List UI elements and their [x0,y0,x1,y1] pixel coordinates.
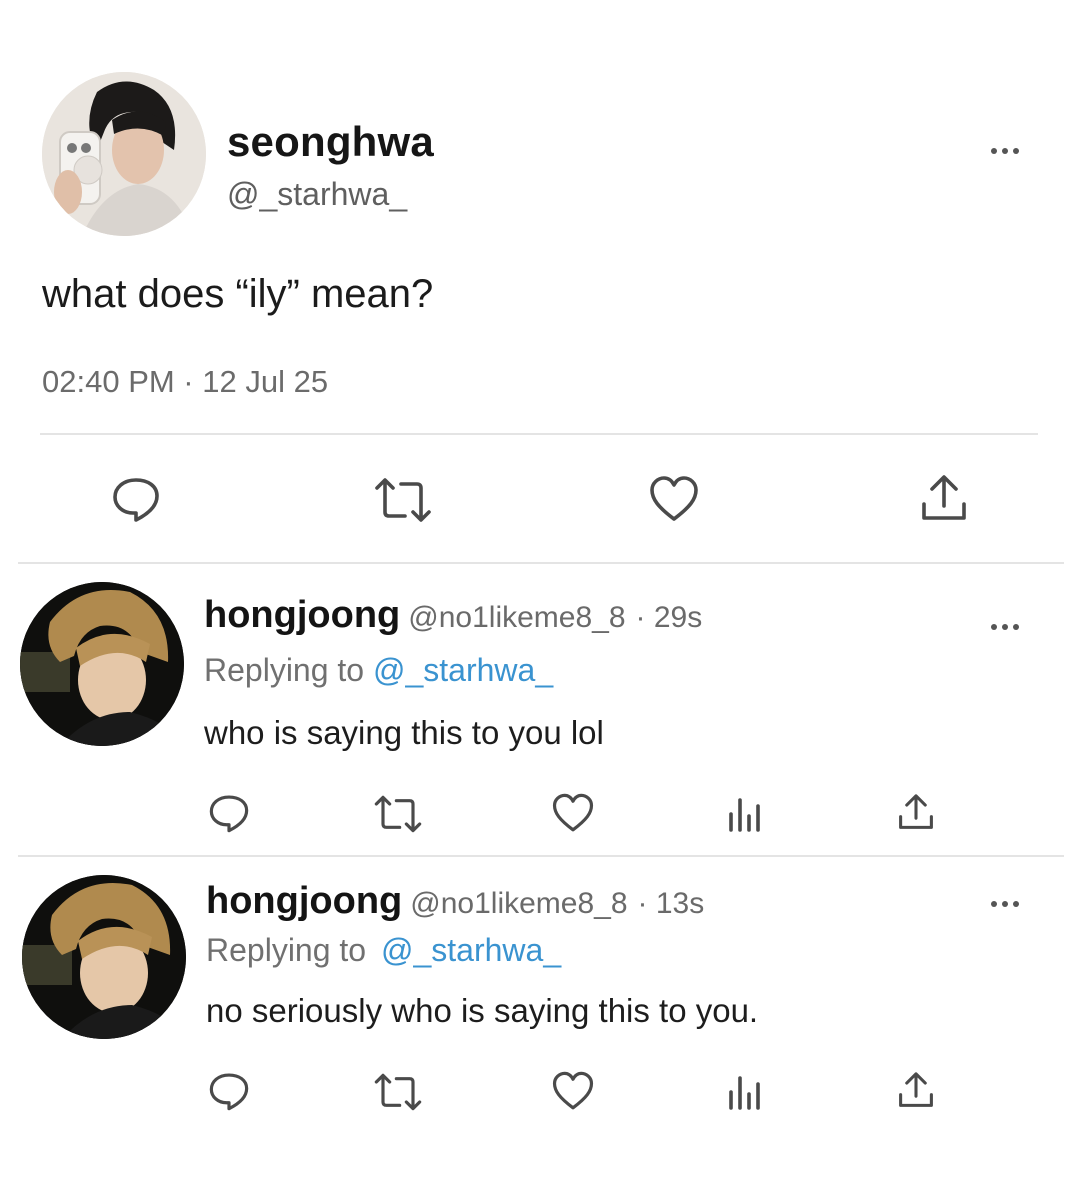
like-icon[interactable] [648,474,700,524]
display-name[interactable]: hongjoong [204,594,400,637]
replying-to: Replying to @_starhwa_ [204,652,553,689]
display-name[interactable]: seonghwa [227,118,434,166]
tweet-timestamp: 02:40 PM · 12 Jul 25 [42,364,329,399]
avatar[interactable] [22,875,186,1039]
reply-icon[interactable] [207,792,251,834]
retweet-icon[interactable] [371,1072,425,1112]
replying-prefix: Replying to [204,652,365,688]
reply-icon[interactable] [207,1070,251,1112]
tweet-time: · 29s [635,601,703,634]
display-name[interactable]: hongjoong [206,880,402,923]
more-dots-icon[interactable] [991,148,1019,154]
divider [18,562,1064,564]
more-dots-icon[interactable] [991,901,1019,907]
like-icon[interactable] [551,792,595,834]
tweet-text: what does “ily” mean? [42,272,434,316]
avatar[interactable] [20,582,184,746]
tweet-time: · 13s [637,887,705,920]
divider [40,433,1038,435]
divider [18,855,1064,857]
share-icon[interactable] [896,792,936,832]
tweet-text: no seriously who is saying this to you. [206,992,759,1029]
share-icon[interactable] [896,1070,936,1110]
handle[interactable]: @no1likeme8_8 [410,887,627,921]
like-icon[interactable] [551,1070,595,1112]
avatar[interactable] [42,72,206,236]
analytics-icon[interactable] [726,796,762,832]
handle[interactable]: @no1likeme8_8 [408,601,625,635]
replying-prefix: Replying to [206,932,367,968]
handle[interactable]: @_starhwa_ [227,176,407,213]
retweet-icon[interactable] [371,476,435,524]
tweet-text: who is saying this to you lol [204,714,604,751]
analytics-icon[interactable] [726,1074,762,1110]
replying-to: Replying to @_starhwa_ [206,932,561,969]
mention-link[interactable]: @_starhwa_ [381,932,561,968]
reply-icon[interactable] [110,474,162,524]
mention-link[interactable]: @_starhwa_ [373,652,553,688]
more-dots-icon[interactable] [991,624,1019,630]
share-icon[interactable] [918,472,970,524]
retweet-icon[interactable] [371,794,425,834]
